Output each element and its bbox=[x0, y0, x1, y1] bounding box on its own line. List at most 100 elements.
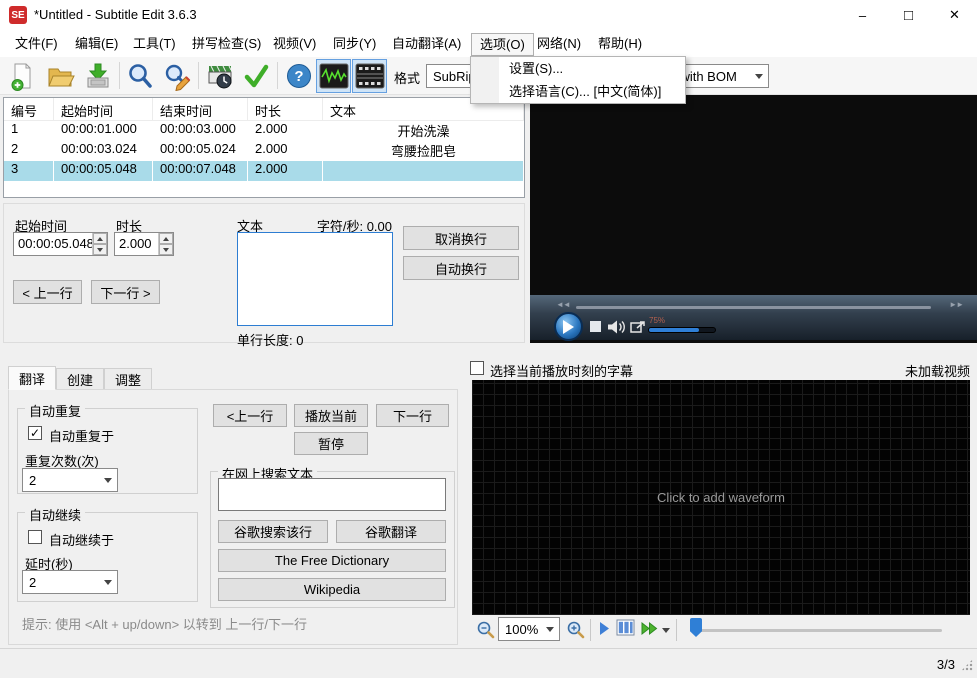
waveform-placeholder: Click to add waveform bbox=[657, 490, 785, 505]
row-duration: 2.000 bbox=[248, 161, 323, 181]
tab-translate[interactable]: 翻译 bbox=[8, 366, 56, 390]
row-duration: 2.000 bbox=[255, 141, 288, 156]
column-start[interactable]: 起始时间 bbox=[54, 98, 153, 120]
spin-up-icon[interactable] bbox=[159, 233, 173, 244]
wikipedia-button[interactable]: Wikipedia bbox=[218, 578, 446, 601]
column-end[interactable]: 结束时间 bbox=[153, 98, 248, 120]
slider-thumb[interactable] bbox=[690, 618, 702, 637]
volume-icon[interactable] bbox=[607, 319, 626, 335]
auto-continue-checkbox[interactable] bbox=[28, 530, 42, 544]
next-line-button[interactable]: 下一行 > bbox=[91, 280, 160, 304]
web-search-input[interactable] bbox=[218, 478, 446, 511]
waveform-position-slider[interactable] bbox=[697, 629, 942, 632]
play-button[interactable] bbox=[554, 312, 583, 341]
chevron-down-icon bbox=[546, 627, 554, 636]
fullscreen-icon[interactable] bbox=[630, 320, 646, 334]
start-time-value: 00:00:05.048 bbox=[18, 236, 92, 251]
subtitle-row-selected[interactable]: 3 00:00:05.048 00:00:07.048 2.000 bbox=[4, 161, 524, 181]
menu-spellcheck[interactable]: 拼写检查(S) bbox=[192, 33, 261, 55]
menu-video[interactable]: 视频(V) bbox=[273, 33, 316, 55]
find-button[interactable] bbox=[124, 60, 156, 92]
waveform-toggle-button[interactable] bbox=[316, 59, 351, 93]
delay-value: 2 bbox=[29, 574, 37, 590]
save-button[interactable] bbox=[82, 60, 114, 92]
menu-help[interactable]: 帮助(H) bbox=[598, 33, 642, 55]
google-translate-button[interactable]: 谷歌翻译 bbox=[336, 520, 446, 543]
visual-sync-button[interactable] bbox=[204, 60, 236, 92]
subtitle-position-indicator: 3/3 bbox=[936, 657, 955, 672]
google-search-button[interactable]: 谷歌搜索该行 bbox=[218, 520, 328, 543]
auto-break-button[interactable]: 自动换行 bbox=[403, 256, 519, 280]
replace-button[interactable] bbox=[161, 60, 193, 92]
toolbar-separator bbox=[198, 62, 199, 89]
play-current-button[interactable]: 播放当前 bbox=[294, 404, 368, 427]
search-replace-icon bbox=[165, 64, 191, 91]
repeat-count-combobox[interactable]: 2 bbox=[22, 468, 118, 492]
unbreak-button[interactable]: 取消换行 bbox=[403, 226, 519, 250]
menu-bar: 文件(F) 编辑(E) 工具(T) 拼写检查(S) 视频(V) 同步(Y) 自动… bbox=[0, 30, 977, 57]
status-bar: 3/3 bbox=[0, 648, 977, 678]
menu-item-choose-language[interactable]: 选择语言(C)... [中文(简体)] bbox=[471, 80, 685, 103]
close-button[interactable]: ✕ bbox=[932, 0, 977, 30]
seek-bar[interactable] bbox=[576, 306, 931, 309]
video-toggle-button[interactable] bbox=[352, 59, 387, 93]
spell-check-button[interactable] bbox=[240, 60, 272, 92]
waveform-zoom-combobox[interactable]: 100% bbox=[498, 617, 560, 641]
seek-forward-icon[interactable]: ►► bbox=[949, 300, 964, 309]
delay-combobox[interactable]: 2 bbox=[22, 570, 118, 594]
free-dictionary-button[interactable]: The Free Dictionary bbox=[218, 549, 446, 572]
duration-spinner[interactable]: 2.000 bbox=[114, 232, 174, 256]
video-player[interactable]: ◄◄ ►► 75% bbox=[530, 95, 977, 343]
row-number: 3 bbox=[4, 161, 54, 181]
pause-button[interactable]: 暂停 bbox=[294, 432, 368, 455]
subtitle-text-input[interactable] bbox=[237, 232, 393, 326]
resize-grip[interactable] bbox=[961, 659, 973, 671]
help-button[interactable]: ? bbox=[283, 60, 315, 92]
tab-adjust[interactable]: 调整 bbox=[104, 368, 152, 390]
menu-network[interactable]: 网络(N) bbox=[537, 33, 581, 55]
menu-options[interactable]: 选项(O) bbox=[471, 33, 534, 56]
volume-percent: 75% bbox=[649, 316, 666, 325]
row-number: 1 bbox=[11, 121, 19, 136]
playback-speed-button[interactable] bbox=[640, 621, 659, 639]
subtitle-list: 编号 起始时间 结束时间 时长 文本 1 00:00:01.000 00:00:… bbox=[3, 97, 525, 198]
auto-repeat-checkbox[interactable]: ✓ bbox=[28, 426, 42, 440]
chevron-down-icon bbox=[755, 74, 763, 83]
prev-line-button[interactable]: < 上一行 bbox=[13, 280, 82, 304]
waveform-zoom-out-button[interactable] bbox=[476, 620, 495, 642]
select-current-subtitle-checkbox[interactable] bbox=[470, 361, 484, 375]
column-number[interactable]: 编号 bbox=[4, 98, 54, 120]
waveform-view-mode-button[interactable] bbox=[616, 619, 635, 639]
maximize-button[interactable]: □ bbox=[886, 0, 931, 30]
seek-back-icon[interactable]: ◄◄ bbox=[556, 300, 571, 309]
waveform-area[interactable]: Click to add waveform bbox=[472, 380, 970, 615]
spin-down-icon[interactable] bbox=[93, 244, 107, 255]
video-icon bbox=[355, 63, 384, 89]
menu-edit[interactable]: 编辑(E) bbox=[75, 33, 118, 55]
subtitle-row[interactable]: 1 00:00:01.000 00:00:03.000 2.000 开始洗澡 bbox=[4, 121, 524, 141]
columns-icon bbox=[616, 619, 635, 636]
open-button[interactable] bbox=[44, 60, 76, 92]
row-text: 开始洗澡 bbox=[397, 124, 450, 139]
volume-slider[interactable] bbox=[648, 327, 716, 333]
menu-tools[interactable]: 工具(T) bbox=[133, 33, 176, 55]
minimize-button[interactable]: – bbox=[840, 0, 885, 30]
waveform-play-button[interactable] bbox=[598, 621, 610, 639]
fast-forward-icon bbox=[641, 621, 658, 636]
menu-file[interactable]: 文件(F) bbox=[15, 33, 58, 55]
column-duration[interactable]: 时长 bbox=[248, 98, 323, 120]
waveform-zoom-in-button[interactable] bbox=[566, 620, 585, 642]
start-time-spinner[interactable]: 00:00:05.048 bbox=[13, 232, 108, 256]
menu-sync[interactable]: 同步(Y) bbox=[333, 33, 376, 55]
subtitle-row[interactable]: 2 00:00:03.024 00:00:05.024 2.000 弯腰捡肥皂 bbox=[4, 141, 524, 161]
menu-autotranslate[interactable]: 自动翻译(A) bbox=[392, 33, 461, 55]
new-button[interactable] bbox=[6, 60, 38, 92]
spin-down-icon[interactable] bbox=[159, 244, 173, 255]
spin-up-icon[interactable] bbox=[93, 233, 107, 244]
menu-item-settings[interactable]: 设置(S)... bbox=[471, 57, 685, 80]
chevron-down-icon[interactable] bbox=[662, 628, 670, 637]
tab-create[interactable]: 创建 bbox=[56, 368, 104, 390]
stop-button[interactable] bbox=[590, 321, 601, 332]
translate-next-line-button[interactable]: 下一行 bbox=[376, 404, 449, 427]
translate-prev-line-button[interactable]: <上一行 bbox=[213, 404, 287, 427]
